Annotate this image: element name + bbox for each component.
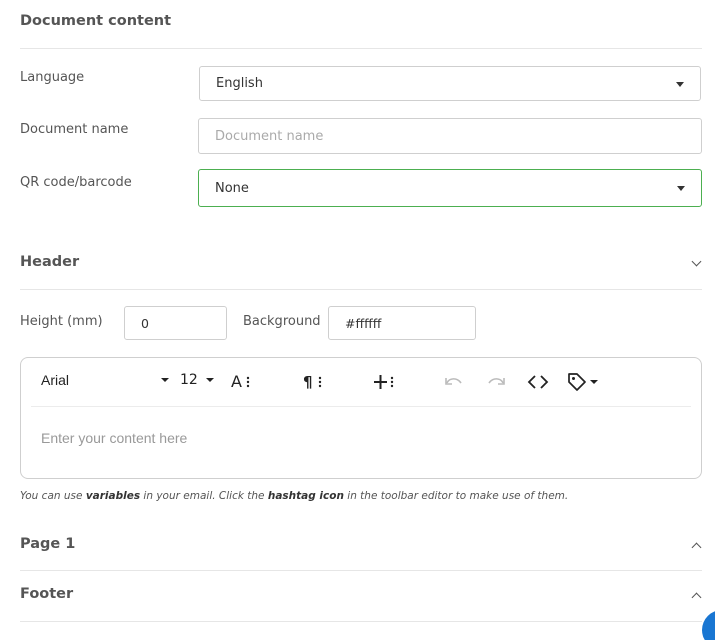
background-value: #ffffff xyxy=(345,315,382,331)
code-icon[interactable] xyxy=(527,373,549,391)
language-select[interactable]: English xyxy=(199,66,701,101)
editor-toolbar: Arial 12 A ¶ xyxy=(31,358,691,407)
font-size-select[interactable]: 12 xyxy=(180,372,214,388)
variables-hint: You can use variables in your email. Cli… xyxy=(20,490,568,502)
paragraph-icon[interactable]: ¶ xyxy=(302,371,324,391)
language-label: Language xyxy=(20,70,85,85)
divider xyxy=(20,289,702,290)
font-family-select[interactable]: Arial xyxy=(41,372,169,388)
chevron-down-icon xyxy=(676,81,684,87)
divider xyxy=(20,621,702,622)
undo-icon[interactable] xyxy=(443,373,465,391)
chevron-down-icon xyxy=(205,378,214,382)
svg-text:¶: ¶ xyxy=(303,373,313,391)
height-value: 0 xyxy=(141,315,149,331)
section-title-header: Header xyxy=(20,254,80,270)
qr-code-label: QR code/barcode xyxy=(20,175,132,190)
height-label: Height (mm) xyxy=(20,314,103,329)
svg-text:A: A xyxy=(231,372,242,391)
height-input[interactable]: 0 xyxy=(124,306,227,340)
insert-icon[interactable] xyxy=(372,371,396,391)
redo-icon[interactable] xyxy=(485,373,507,391)
document-name-input[interactable]: Document name xyxy=(198,118,702,154)
font-family-value: Arial xyxy=(41,372,70,388)
floating-action-button[interactable] xyxy=(702,610,715,640)
document-name-placeholder: Document name xyxy=(215,128,324,144)
hint-variables: variables xyxy=(85,490,141,502)
font-size-icon[interactable]: A xyxy=(230,371,252,391)
tag-icon[interactable] xyxy=(567,372,598,392)
chevron-down-icon xyxy=(677,186,685,191)
background-label: Background xyxy=(243,314,321,329)
chevron-down-icon xyxy=(590,380,598,384)
hint-text: in the toolbar editor to make use of the… xyxy=(343,490,569,502)
document-name-label: Document name xyxy=(20,122,129,137)
chevron-down-icon xyxy=(161,378,169,382)
divider xyxy=(20,48,702,49)
section-title-document-content: Document content xyxy=(20,13,172,29)
section-title-footer[interactable]: Footer xyxy=(20,586,73,602)
language-value: English xyxy=(216,76,263,91)
qr-code-value: None xyxy=(215,180,249,196)
divider xyxy=(20,570,702,571)
chevron-up-icon[interactable] xyxy=(691,542,702,553)
header-content-editor[interactable]: Arial 12 A ¶ Enter your content here xyxy=(20,357,702,479)
hint-text: You can use xyxy=(20,490,86,502)
chevron-up-icon[interactable] xyxy=(691,592,702,603)
font-size-value: 12 xyxy=(180,372,198,388)
editor-placeholder[interactable]: Enter your content here xyxy=(41,430,187,446)
qr-code-select[interactable]: None xyxy=(198,169,702,207)
background-input[interactable]: #ffffff xyxy=(328,306,476,340)
hint-text: in your email. Click the xyxy=(140,490,268,502)
chevron-down-icon[interactable] xyxy=(691,256,702,267)
hint-hashtag-icon: hashtag icon xyxy=(267,490,344,502)
section-title-page-1[interactable]: Page 1 xyxy=(20,536,75,552)
